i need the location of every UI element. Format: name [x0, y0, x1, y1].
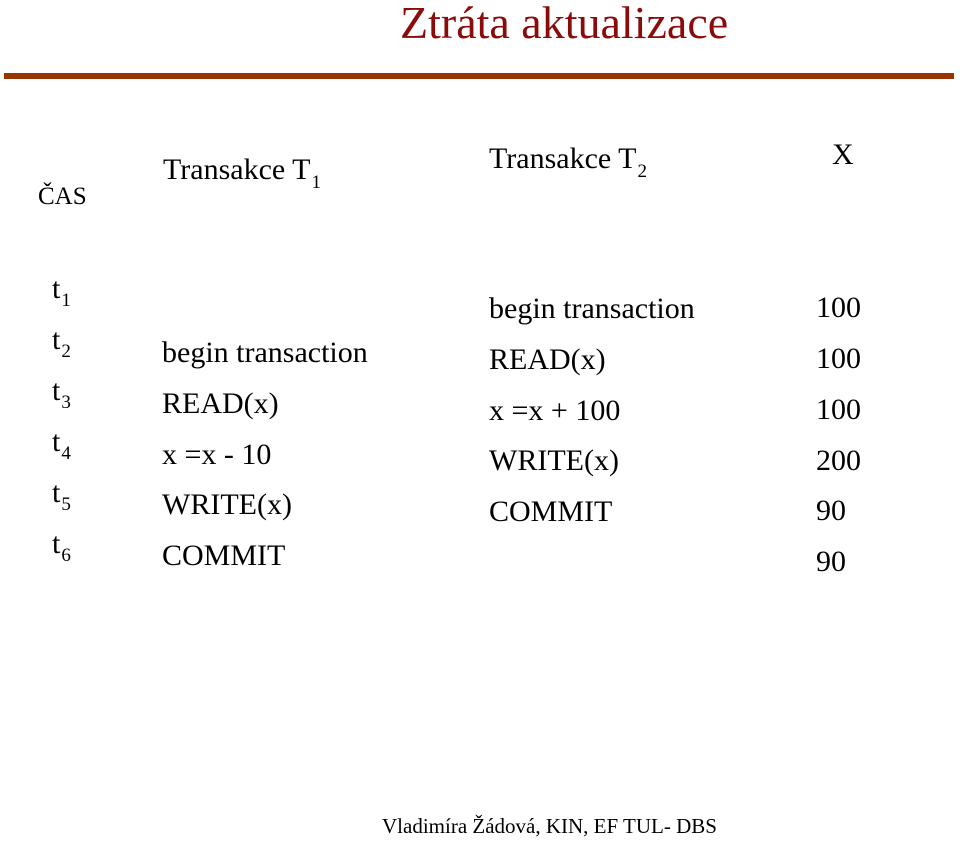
x-value: 100 — [816, 393, 861, 426]
x-value: 200 — [816, 444, 861, 477]
header-label: Transakce T — [163, 153, 311, 186]
header-subscript: 2 — [637, 161, 647, 182]
time-letter: t — [52, 527, 61, 560]
slide-title: Ztráta aktualizace — [400, 0, 729, 48]
t1-step: COMMIT — [162, 539, 286, 572]
time-letter: t — [52, 476, 61, 509]
header-x: X — [832, 138, 854, 171]
time-index: 5 — [61, 494, 71, 515]
time-letter: t — [52, 272, 61, 305]
time-index: 4 — [61, 443, 71, 464]
time-index: 3 — [61, 392, 71, 413]
t2-step: COMMIT — [489, 495, 613, 528]
time-index: 1 — [61, 290, 71, 311]
t1-step: READ(x) — [162, 387, 279, 420]
t2-step: x =x + 100 — [489, 394, 621, 427]
time-label: t5 — [52, 476, 71, 515]
time-letter: t — [52, 323, 61, 356]
time-letter: t — [52, 374, 61, 407]
header-transaction-2: Transakce T2 — [489, 142, 647, 182]
header-subscript: 1 — [311, 172, 321, 193]
time-index: 6 — [61, 545, 71, 566]
x-value: 90 — [816, 494, 846, 527]
x-value: 100 — [816, 342, 861, 375]
time-label: t1 — [52, 272, 71, 311]
header-label: Transakce T — [489, 142, 637, 175]
t1-step: x =x - 10 — [162, 438, 272, 471]
time-label: t3 — [52, 374, 71, 413]
t1-step: WRITE(x) — [162, 488, 292, 521]
x-value: 100 — [816, 291, 861, 324]
t2-step: READ(x) — [489, 343, 606, 376]
t1-step: begin transaction — [162, 336, 368, 369]
time-index: 2 — [61, 341, 71, 362]
time-letter: t — [52, 425, 61, 458]
time-label: t4 — [52, 425, 71, 464]
header-time: ČAS — [38, 183, 87, 210]
title-divider — [4, 73, 954, 79]
header-transaction-1: Transakce T1 — [163, 153, 321, 193]
t2-step: begin transaction — [489, 292, 695, 325]
x-value: 90 — [816, 545, 846, 578]
t2-step: WRITE(x) — [489, 444, 619, 477]
footer-credit: Vladimíra Žádová, KIN, EF TUL- DBS — [382, 814, 717, 838]
time-label: t6 — [52, 527, 71, 566]
time-label: t2 — [52, 323, 71, 362]
